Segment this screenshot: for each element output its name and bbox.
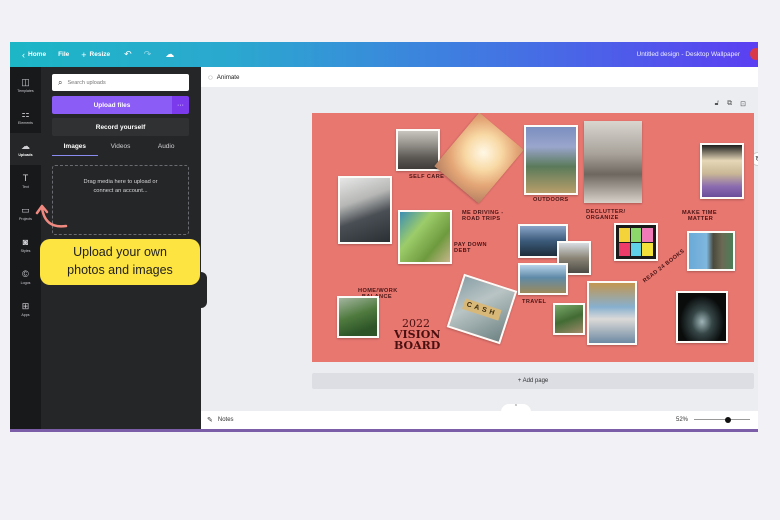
search-input[interactable] (67, 79, 178, 86)
document-title[interactable]: Untitled design - Desktop Wallpaper (637, 51, 740, 58)
plus-icon: + (81, 49, 87, 60)
animate-icon[interactable]: ◌ (208, 73, 213, 82)
chevron-left-icon: ‹ (22, 49, 25, 60)
cloud-icon: ☁ (165, 49, 175, 59)
label-self-care: SELF CARE (409, 174, 445, 180)
sidebar-item-elements[interactable]: ⚏ Elements (10, 101, 41, 133)
sidebar-item-uploads[interactable]: ☁ Uploads (10, 133, 41, 165)
search-box[interactable]: ⌕ (52, 74, 189, 91)
upload-dropzone[interactable]: Drag media here to upload or connect an … (52, 165, 189, 235)
sidebar-item-logos[interactable]: © Logos (10, 261, 41, 293)
photo-book[interactable] (676, 291, 728, 343)
canva-editor: ‹ Home File + Resize ↶ ↷ ☁ Untitled desi… (10, 42, 758, 432)
layout-icon: ◫ (21, 77, 30, 87)
photo-hiker[interactable] (587, 281, 637, 345)
avatar[interactable] (750, 48, 758, 60)
file-menu-button[interactable]: File (58, 51, 69, 58)
zoom-slider[interactable] (694, 416, 750, 423)
callout-line: photos and images (67, 263, 173, 277)
label-declutter: DECLUTTER/ ORGANIZE (586, 209, 626, 221)
editor-toolbar: ◌ Animate (201, 67, 758, 87)
save-status-button[interactable]: ☁ (165, 49, 174, 60)
tab-videos[interactable]: Videos (98, 140, 144, 156)
cash-text: CASH (462, 297, 502, 321)
notes-icon[interactable]: ✎ (207, 416, 213, 424)
sidebar-rail: ◫ Templates ⚏ Elements ☁ Uploads T Text … (10, 67, 41, 429)
home-label: Home (28, 51, 47, 58)
resize-label: Resize (89, 51, 111, 58)
sidebar-item-label: Styles (20, 249, 31, 253)
undo-icon: ↶ (124, 49, 132, 59)
sidebar-item-label: Templates (17, 89, 34, 93)
undo-button[interactable]: ↶ (124, 49, 132, 60)
media-tabs: Images Videos Audio (52, 140, 189, 156)
top-bar: ‹ Home File + Resize ↶ ↷ ☁ Untitled desi… (10, 42, 758, 67)
upload-files-button[interactable]: Upload files (52, 96, 172, 114)
photo-traveler[interactable] (518, 263, 568, 295)
redo-icon: ↷ (143, 49, 152, 59)
photo-pay-down-debt[interactable] (398, 210, 452, 264)
shapes-icon: ⚏ (21, 109, 30, 119)
zoom-level[interactable]: 52% (676, 417, 688, 423)
lock-icon[interactable]: 🔓︎ (715, 100, 720, 108)
photo-declutter[interactable] (584, 121, 642, 203)
dropzone-text: connect an account... (93, 188, 148, 194)
file-label: File (58, 51, 70, 58)
resize-button[interactable]: + Resize (81, 50, 110, 60)
photo-self-care[interactable] (396, 129, 440, 171)
label-pay-down-debt: PAY DOWN DEBT (454, 242, 487, 254)
sidebar-item-label: Apps (21, 313, 30, 317)
sidebar-item-label: Elements (18, 121, 33, 125)
page-tools: 🔓︎ ⧉ ⊡ (715, 100, 746, 108)
vision-board-title: 2022 VISION BOARD (394, 318, 441, 352)
photo-sticky-notes[interactable] (614, 223, 658, 261)
redo-button[interactable]: ↷ (144, 49, 152, 60)
design-canvas[interactable]: SELF CARE ME DRIVING - ROAD TRIPS PAY DO… (312, 113, 754, 362)
record-yourself-button[interactable]: Record yourself (52, 118, 189, 136)
photo-home-office[interactable] (338, 176, 392, 244)
photo-garden[interactable] (337, 296, 379, 338)
notes-button[interactable]: Notes (218, 417, 234, 423)
photo-cash[interactable]: CASH (446, 273, 518, 345)
tab-images[interactable]: Images (52, 140, 98, 156)
zoom-slider-knob[interactable] (724, 416, 731, 423)
sidebar-item-label: Logos (20, 281, 31, 285)
folder-icon: ▭ (21, 205, 30, 215)
annotation-callout: Upload your own photos and images (40, 239, 200, 285)
sidebar-item-apps[interactable]: ⊞ Apps (10, 293, 41, 325)
photo-clock-tower[interactable] (687, 231, 735, 271)
label-travel: TRAVEL (522, 299, 547, 305)
workspace: ◌ Animate 🔓︎ ⧉ ⊡ ↻ SELF CARE ME DRIVING … (201, 67, 758, 429)
more-options-button[interactable]: ··· (172, 96, 189, 114)
tab-audio[interactable]: Audio (143, 140, 189, 156)
apps-grid-icon: ⊞ (21, 301, 30, 311)
photo-outdoors[interactable] (524, 125, 578, 195)
photo-make-time[interactable] (700, 143, 744, 199)
title-board: BOARD (394, 339, 441, 352)
label-outdoors: OUTDOORS (533, 197, 569, 203)
home-button[interactable]: ‹ Home (22, 50, 46, 60)
callout-line: Upload your own (73, 245, 167, 259)
dropzone-text: Drag media here to upload or (83, 179, 158, 185)
duplicate-page-icon[interactable]: ⧉ (727, 100, 732, 108)
palette-icon: ◙ (22, 237, 29, 247)
annotation-arrow-icon (35, 204, 68, 228)
label-road-trip: ME DRIVING - ROAD TRIPS (462, 210, 504, 222)
bottom-bar: ✎ Notes 52% (201, 411, 758, 429)
animate-button[interactable]: Animate (217, 74, 240, 81)
sidebar-item-label: Uploads (18, 153, 33, 157)
logo-icon: © (22, 269, 29, 279)
search-icon: ⌕ (58, 77, 63, 87)
sidebar-item-text[interactable]: T Text (10, 165, 41, 197)
add-page-button[interactable]: + Add page (312, 373, 754, 389)
upload-cloud-icon: ☁ (21, 141, 30, 151)
add-page-icon[interactable]: ⊡ (740, 100, 746, 108)
sidebar-item-templates[interactable]: ◫ Templates (10, 69, 41, 101)
text-icon: T (22, 173, 29, 183)
sidebar-item-label: Text (22, 185, 29, 189)
label-make-time: MAKE TIME MATTER (682, 210, 717, 222)
photo-forest[interactable] (553, 303, 585, 335)
photo-road-trip[interactable] (434, 113, 524, 204)
